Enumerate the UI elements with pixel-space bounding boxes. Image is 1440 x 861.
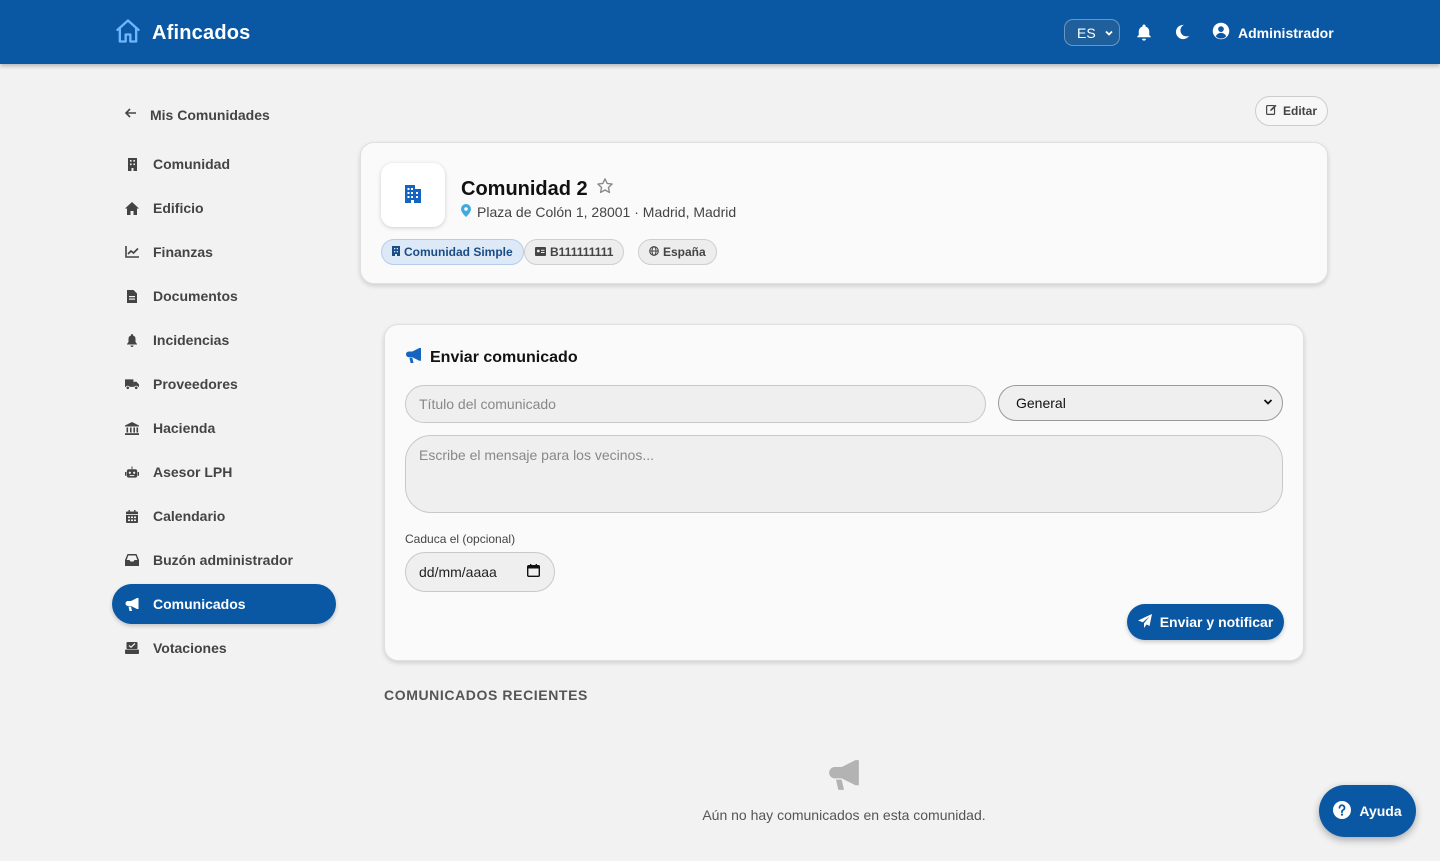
help-label: Ayuda bbox=[1359, 803, 1402, 819]
truck-icon bbox=[125, 377, 139, 391]
calendar-icon[interactable] bbox=[526, 564, 541, 580]
megaphone-icon bbox=[125, 597, 139, 611]
user-name: Administrador bbox=[1238, 24, 1334, 41]
language-select[interactable]: ES bbox=[1064, 19, 1120, 46]
user-circle-icon bbox=[1212, 22, 1230, 43]
building-icon bbox=[401, 181, 425, 210]
expiry-label: Caduca el (opcional) bbox=[405, 532, 516, 546]
cif-chip: B111111111 bbox=[524, 239, 625, 265]
user-menu[interactable]: Administrador bbox=[1212, 22, 1334, 43]
building-icon bbox=[392, 245, 400, 259]
brand[interactable]: Afincados bbox=[114, 17, 250, 50]
sidebar-item-edificio[interactable]: Edificio bbox=[112, 188, 336, 228]
community-name: Comunidad 2 bbox=[461, 177, 588, 200]
building-icon bbox=[125, 157, 139, 171]
title-placeholder: Título del comunicado bbox=[419, 396, 556, 412]
sidebar-item-votaciones[interactable]: Votaciones bbox=[112, 628, 336, 668]
paper-plane-icon bbox=[1137, 613, 1152, 631]
sidebar-item-label: Hacienda bbox=[153, 420, 216, 436]
sidebar-item-label: Comunicados bbox=[153, 596, 246, 612]
help-button[interactable]: Ayuda bbox=[1319, 785, 1416, 837]
sidebar-item-hacienda[interactable]: Hacienda bbox=[112, 408, 336, 448]
megaphone-icon bbox=[405, 348, 422, 368]
sidebar-item-label: Buzón administrador bbox=[153, 552, 294, 568]
chip-label: B111111111 bbox=[550, 245, 614, 259]
sidebar-item-proveedores[interactable]: Proveedores bbox=[112, 364, 336, 404]
edit-button[interactable]: Editar bbox=[1255, 96, 1328, 126]
file-icon bbox=[125, 289, 139, 303]
send-title: Enviar comunicado bbox=[405, 348, 578, 368]
back-label: Mis Comunidades bbox=[150, 106, 270, 123]
moon-icon[interactable] bbox=[1172, 22, 1192, 42]
language-value: ES bbox=[1077, 24, 1096, 41]
community-card: Comunidad 2 Plaza de Colón 1, 28001 · Ma… bbox=[360, 142, 1328, 284]
bell-icon bbox=[125, 333, 139, 347]
chip-label: Comunidad Simple bbox=[404, 245, 513, 259]
robot-icon bbox=[125, 465, 139, 479]
sidebar-item-label: Incidencias bbox=[153, 332, 230, 348]
globe-icon bbox=[649, 245, 659, 259]
community-type-chip: Comunidad Simple bbox=[381, 239, 524, 265]
category-value: General bbox=[1016, 395, 1066, 411]
sidebar-item-label: Asesor LPH bbox=[153, 464, 233, 480]
expiry-date-input[interactable]: dd/mm/aaaa bbox=[405, 552, 555, 592]
send-and-notify-button[interactable]: Enviar y notificar bbox=[1127, 604, 1284, 640]
send-label: Enviar y notificar bbox=[1159, 614, 1274, 630]
sidebar-item-finanzas[interactable]: Finanzas bbox=[112, 232, 336, 272]
back-to-communities[interactable]: Mis Comunidades bbox=[124, 106, 270, 123]
edit-label: Editar bbox=[1282, 104, 1317, 118]
inbox-icon bbox=[125, 553, 139, 567]
arrow-left-icon bbox=[124, 106, 138, 123]
sidebar-item-comunicados[interactable]: Comunicados bbox=[112, 584, 336, 624]
sidebar-item-comunidad[interactable]: Comunidad bbox=[112, 144, 336, 184]
bank-icon bbox=[125, 421, 139, 435]
top-bar: Afincados ES Administrador bbox=[0, 0, 1440, 64]
category-select[interactable]: General bbox=[998, 385, 1283, 421]
chevron-down-icon bbox=[1104, 25, 1114, 41]
vote-icon bbox=[125, 641, 139, 655]
date-placeholder: dd/mm/aaaa bbox=[419, 564, 497, 580]
send-title-text: Enviar comunicado bbox=[430, 349, 578, 366]
bell-icon[interactable] bbox=[1134, 22, 1154, 42]
sidebar-item-label: Calendario bbox=[153, 508, 226, 524]
announcement-title-input[interactable]: Título del comunicado bbox=[405, 385, 986, 423]
sidebar-item-label: Finanzas bbox=[153, 244, 213, 260]
chevron-down-icon bbox=[1262, 395, 1274, 411]
sidebar-item-label: Comunidad bbox=[153, 156, 230, 172]
home-icon bbox=[125, 201, 139, 215]
community-logo bbox=[381, 163, 445, 227]
brand-name: Afincados bbox=[152, 22, 251, 44]
message-textarea[interactable]: Escribe el mensaje para los vecinos... bbox=[405, 435, 1283, 513]
sidebar-item-calendario[interactable]: Calendario bbox=[112, 496, 336, 536]
sidebar-item-label: Proveedores bbox=[153, 376, 238, 392]
sidebar-item-label: Votaciones bbox=[153, 640, 227, 656]
chip-label: España bbox=[663, 245, 706, 259]
edit-icon bbox=[1266, 104, 1277, 118]
send-announcement-card: Enviar comunicado Título del comunicado … bbox=[384, 324, 1304, 661]
sidebar-item-incidencias[interactable]: Incidencias bbox=[112, 320, 336, 360]
country-chip: España bbox=[638, 239, 717, 265]
megaphone-icon bbox=[828, 760, 860, 795]
address-text: Plaza de Colón 1, 28001 · Madrid, Madrid bbox=[477, 204, 737, 220]
calendar-icon bbox=[125, 509, 139, 523]
id-card-icon bbox=[535, 245, 546, 259]
empty-state-text: Aún no hay comunicados en esta comunidad… bbox=[702, 807, 986, 823]
sidebar-item-documentos[interactable]: Documentos bbox=[112, 276, 336, 316]
community-address: Plaza de Colón 1, 28001 · Madrid, Madrid bbox=[461, 204, 736, 220]
question-circle-icon bbox=[1333, 800, 1352, 822]
sidebar-item-asesor-lph[interactable]: Asesor LPH bbox=[112, 452, 336, 492]
chart-line-icon bbox=[125, 245, 139, 259]
map-pin-icon bbox=[461, 204, 471, 220]
message-placeholder: Escribe el mensaje para los vecinos... bbox=[419, 447, 654, 463]
recent-announcements-title: COMUNICADOS RECIENTES bbox=[384, 687, 588, 703]
home-icon bbox=[114, 17, 142, 50]
star-icon[interactable] bbox=[596, 177, 614, 201]
sidebar-item-label: Documentos bbox=[153, 288, 238, 304]
sidebar-item-buzon-administrador[interactable]: Buzón administrador bbox=[112, 540, 336, 580]
community-title-row: Comunidad 2 bbox=[461, 177, 614, 201]
sidebar-item-label: Edificio bbox=[153, 200, 204, 216]
